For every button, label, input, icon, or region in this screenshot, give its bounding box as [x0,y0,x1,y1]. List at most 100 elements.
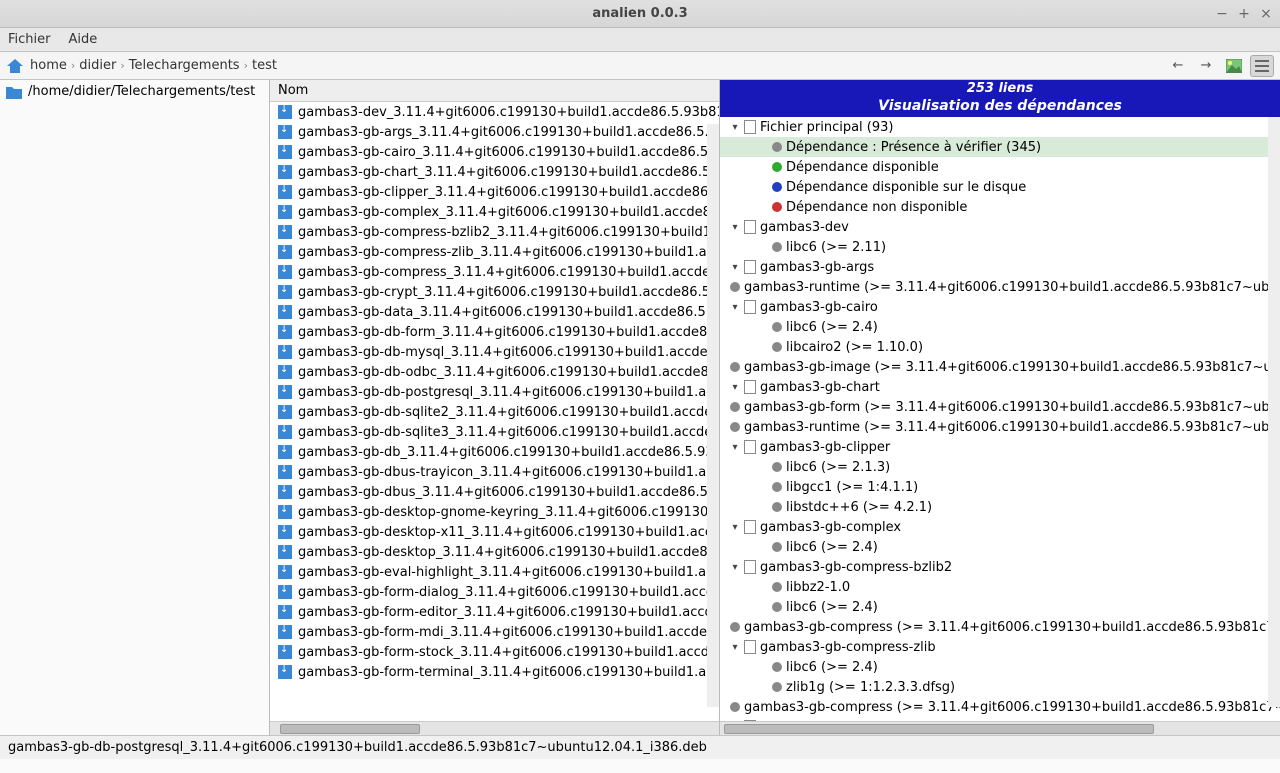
file-row[interactable]: gambas3-gb-chart_3.11.4+git6006.c199130+… [270,162,719,182]
crumb-didier[interactable]: didier [79,58,116,73]
file-row[interactable]: gambas3-gb-db_3.11.4+git6006.c199130+bui… [270,442,719,462]
expander-icon[interactable]: ▾ [730,442,740,453]
tree-row[interactable]: libgcc1 (>= 1:4.1.1) [720,477,1280,497]
file-row[interactable]: gambas3-gb-compress_3.11.4+git6006.c1991… [270,262,719,282]
file-row[interactable]: gambas3-gb-form-stock_3.11.4+git6006.c19… [270,642,719,662]
tree-row[interactable]: ▾gambas3-dev [720,217,1280,237]
expander-icon[interactable]: ▾ [730,642,740,653]
tree-row[interactable]: gambas3-gb-form (>= 3.11.4+git6006.c1991… [720,397,1280,417]
tree-row[interactable]: libc6 (>= 2.1.3) [720,457,1280,477]
menu-file[interactable]: Fichier [8,32,51,47]
file-name: gambas3-gb-desktop-x11_3.11.4+git6006.c1… [298,525,719,540]
tree-row[interactable]: libc6 (>= 2.11) [720,237,1280,257]
expander-icon[interactable]: ▾ [730,302,740,313]
file-row[interactable]: gambas3-gb-data_3.11.4+git6006.c199130+b… [270,302,719,322]
tree-row[interactable]: libc6 (>= 2.4) [720,657,1280,677]
statusbar: gambas3-gb-db-postgresql_3.11.4+git6006.… [0,735,1280,759]
tree-row[interactable]: ▾Fichier principal (93) [720,117,1280,137]
crumb-home[interactable]: home [30,58,67,73]
file-row[interactable]: gambas3-gb-db-postgresql_3.11.4+git6006.… [270,382,719,402]
file-row[interactable]: gambas3-gb-eval-highlight_3.11.4+git6006… [270,562,719,582]
view-image-button[interactable] [1222,55,1246,77]
folder-tree-item[interactable]: /home/didier/Telechargements/test [0,80,269,103]
crumb-telechargements[interactable]: Telechargements [129,58,240,73]
tree-row[interactable]: libbz2-1.0 [720,577,1280,597]
tree-row[interactable]: ▾ gambas3-gb-compress-bzlib2 [720,557,1280,577]
expander-icon[interactable]: ▾ [730,222,740,233]
file-row[interactable]: gambas3-gb-desktop_3.11.4+git6006.c19913… [270,542,719,562]
maximize-button[interactable]: + [1236,6,1252,22]
tree-row[interactable]: gambas3-gb-compress (>= 3.11.4+git6006.c… [720,617,1280,637]
home-icon[interactable] [6,58,24,74]
file-row[interactable]: gambas3-dev_3.11.4+git6006.c199130+build… [270,102,719,122]
file-row[interactable]: gambas3-gb-dbus-trayicon_3.11.4+git6006.… [270,462,719,482]
file-row[interactable]: gambas3-gb-cairo_3.11.4+git6006.c199130+… [270,142,719,162]
tree-row[interactable]: gambas3-runtime (>= 3.11.4+git6006.c1991… [720,277,1280,297]
tree-label: gambas3-gb-compress-bzlib2 [760,560,952,575]
tree-label: Dépendance non disponible [786,200,967,215]
file-row[interactable]: gambas3-gb-db-mysql_3.11.4+git6006.c1991… [270,342,719,362]
file-name: gambas3-gb-db-mysql_3.11.4+git6006.c1991… [298,345,719,360]
file-row[interactable]: gambas3-gb-args_3.11.4+git6006.c199130+b… [270,122,719,142]
tree-row[interactable]: Dépendance disponible [720,157,1280,177]
horizontal-scrollbar[interactable] [720,721,1280,735]
package-icon [278,205,292,219]
file-row[interactable]: gambas3-gb-db-form_3.11.4+git6006.c19913… [270,322,719,342]
tree-label: gambas3-gb-complex [760,520,901,535]
tree-row[interactable]: zlib1g (>= 1:1.2.3.3.dfsg) [720,677,1280,697]
file-row[interactable]: gambas3-gb-compress-bzlib2_3.11.4+git600… [270,222,719,242]
file-row[interactable]: gambas3-gb-db-sqlite2_3.11.4+git6006.c19… [270,402,719,422]
file-row[interactable]: gambas3-gb-crypt_3.11.4+git6006.c199130+… [270,282,719,302]
file-row[interactable]: gambas3-gb-db-sqlite3_3.11.4+git6006.c19… [270,422,719,442]
tree-row[interactable]: libc6 (>= 2.4) [720,317,1280,337]
file-row[interactable]: gambas3-gb-form-editor_3.11.4+git6006.c1… [270,602,719,622]
vertical-scrollbar[interactable] [707,124,719,707]
tree-row[interactable]: ▾ gambas3-gb-complex [720,517,1280,537]
tree-row[interactable]: Dépendance : Présence à vérifier (345) [720,137,1280,157]
file-row[interactable]: gambas3-gb-db-odbc_3.11.4+git6006.c19913… [270,362,719,382]
tree-row[interactable]: ▾gambas3-gb-chart [720,377,1280,397]
tree-row[interactable]: ▾gambas3-gb-args [720,257,1280,277]
tree-row[interactable]: Dépendance non disponible [720,197,1280,217]
horizontal-scrollbar[interactable] [270,721,719,735]
file-row[interactable]: gambas3-gb-complex_3.11.4+git6006.c19913… [270,202,719,222]
minimize-button[interactable]: − [1214,6,1230,22]
file-row[interactable]: gambas3-gb-clipper_3.11.4+git6006.c19913… [270,182,719,202]
file-name: gambas3-gb-chart_3.11.4+git6006.c199130+… [298,165,719,180]
file-row[interactable]: gambas3-gb-desktop-x11_3.11.4+git6006.c1… [270,522,719,542]
view-list-button[interactable] [1250,55,1274,77]
expander-icon[interactable]: ▾ [730,562,740,573]
tree-row[interactable]: libstdc++6 (>= 4.2.1) [720,497,1280,517]
vertical-scrollbar[interactable] [1268,117,1280,707]
expander-icon[interactable]: ▾ [730,122,740,133]
tree-row[interactable]: libc6 (>= 2.4) [720,537,1280,557]
tree-row[interactable]: Dépendance disponible sur le disque [720,177,1280,197]
tree-row[interactable]: libcairo2 (>= 1.10.0) [720,337,1280,357]
tree-label: libc6 (>= 2.1.3) [786,460,890,475]
tree-row[interactable]: gambas3-runtime (>= 3.11.4+git6006.c1991… [720,417,1280,437]
tree-row[interactable]: ▾gambas3-gb-compress-zlib [720,637,1280,657]
package-icon [278,365,292,379]
expander-icon[interactable]: ▾ [730,522,740,533]
file-row[interactable]: gambas3-gb-dbus_3.11.4+git6006.c199130+b… [270,482,719,502]
menu-help[interactable]: Aide [69,32,98,47]
file-row[interactable]: gambas3-gb-form-dialog_3.11.4+git6006.c1… [270,582,719,602]
file-row[interactable]: gambas3-gb-form-mdi_3.11.4+git6006.c1991… [270,622,719,642]
back-button[interactable]: ← [1166,55,1190,77]
tree-row[interactable]: gambas3-gb-image (>= 3.11.4+git6006.c199… [720,357,1280,377]
close-button[interactable]: × [1258,6,1274,22]
tree-row[interactable]: libc6 (>= 2.4) [720,597,1280,617]
forward-button[interactable]: → [1194,55,1218,77]
expander-icon[interactable]: ▾ [730,262,740,273]
tree-row[interactable]: gambas3-gb-compress (>= 3.11.4+git6006.c… [720,697,1280,717]
tree-row[interactable]: ▾gambas3-gb-cairo [720,297,1280,317]
file-row[interactable]: gambas3-gb-compress-zlib_3.11.4+git6006.… [270,242,719,262]
column-header-nom[interactable]: Nom [270,80,719,102]
expander-icon[interactable]: ▾ [730,382,740,393]
status-dot-icon [772,462,782,472]
crumb-test[interactable]: test [252,58,277,73]
file-row[interactable]: gambas3-gb-desktop-gnome-keyring_3.11.4+… [270,502,719,522]
file-row[interactable]: gambas3-gb-form-terminal_3.11.4+git6006.… [270,662,719,682]
tree-row[interactable]: ▾gambas3-gb-clipper [720,437,1280,457]
tree-row[interactable]: ▾gambas3-gb-compress [720,717,1280,721]
